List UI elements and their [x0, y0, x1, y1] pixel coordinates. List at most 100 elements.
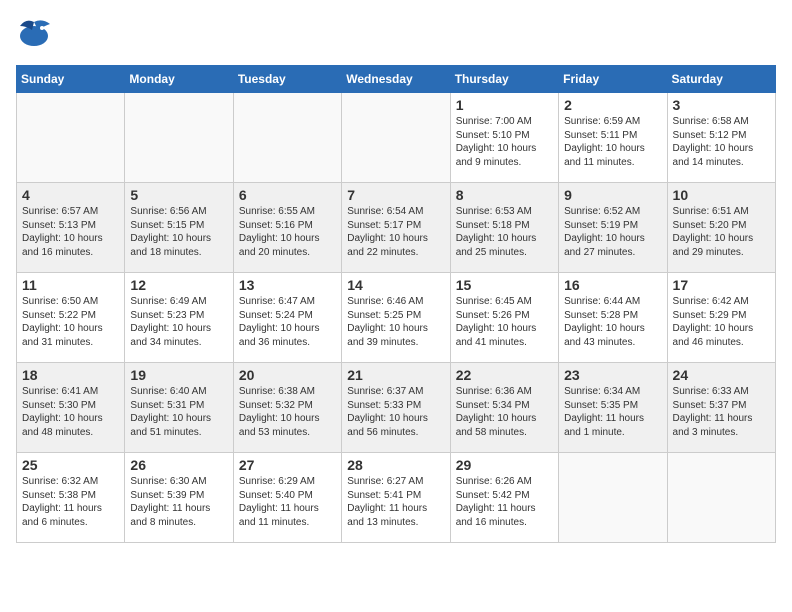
day-info: Sunrise: 6:57 AM Sunset: 5:13 PM Dayligh… [22, 205, 119, 259]
calendar-cell: 7 Sunrise: 6:54 AM Sunset: 5:17 PM Daylig… [342, 183, 450, 273]
logo-icon [16, 16, 52, 57]
week-row-3: 11Sunrise: 6:50 AM Sunset: 5:22 PM Dayli… [17, 273, 776, 363]
day-info: Sunrise: 6:38 AM Sunset: 5:32 PM Dayligh… [239, 385, 336, 439]
calendar-cell: 12 Sunrise: 6:49 AM Sunset: 5:23 PM Dayli… [125, 273, 233, 363]
logo [16, 16, 54, 57]
weekday-header-wednesday: Wednesday [342, 66, 450, 93]
day-info: Sunrise: 6:52 AM Sunset: 5:19 PM Dayligh… [564, 205, 661, 259]
day-info: Sunrise: 6:29 AM Sunset: 5:40 PM Dayligh… [239, 475, 336, 529]
day-number: 25 [22, 457, 119, 473]
calendar-cell [233, 93, 341, 183]
day-info: Sunrise: 6:45 AM Sunset: 5:26 PM Dayligh… [456, 295, 553, 349]
calendar-cell [125, 93, 233, 183]
weekday-header-friday: Friday [559, 66, 667, 93]
day-info: Sunrise: 6:36 AM Sunset: 5:34 PM Dayligh… [456, 385, 553, 439]
day-info: Sunrise: 6:47 AM Sunset: 5:24 PM Dayligh… [239, 295, 336, 349]
calendar-cell: 6Sunrise: 6:55 AM Sunset: 5:16 PM Daylig… [233, 183, 341, 273]
day-number: 14 [347, 277, 444, 293]
week-row-5: 25Sunrise: 6:32 AM Sunset: 5:38 PM Dayli… [17, 453, 776, 543]
day-number: 28 [347, 457, 444, 473]
calendar-cell [559, 453, 667, 543]
day-info: Sunrise: 6:44 AM Sunset: 5:28 PM Dayligh… [564, 295, 661, 349]
calendar-cell: 28 Sunrise: 6:27 AM Sunset: 5:41 PM Dayli… [342, 453, 450, 543]
day-number: 7 [347, 187, 444, 203]
day-info: Sunrise: 7:00 AM Sunset: 5:10 PM Dayligh… [456, 115, 553, 169]
calendar-cell: 17 Sunrise: 6:42 AM Sunset: 5:29 PM Dayli… [667, 273, 775, 363]
day-number: 29 [456, 457, 553, 473]
calendar-cell: 8 Sunrise: 6:53 AM Sunset: 5:18 PM Daylig… [450, 183, 558, 273]
calendar-cell: 19 Sunrise: 6:40 AM Sunset: 5:31 PM Dayli… [125, 363, 233, 453]
day-number: 3 [673, 97, 770, 113]
calendar-cell: 20 Sunrise: 6:38 AM Sunset: 5:32 PM Dayli… [233, 363, 341, 453]
day-info: Sunrise: 6:33 AM Sunset: 5:37 PM Dayligh… [673, 385, 770, 439]
day-info: Sunrise: 6:53 AM Sunset: 5:18 PM Dayligh… [456, 205, 553, 259]
week-row-1: 1Sunrise: 7:00 AM Sunset: 5:10 PM Daylig… [17, 93, 776, 183]
day-number: 8 [456, 187, 553, 203]
calendar-cell: 16 Sunrise: 6:44 AM Sunset: 5:28 PM Dayli… [559, 273, 667, 363]
calendar-cell: 25Sunrise: 6:32 AM Sunset: 5:38 PM Dayli… [17, 453, 125, 543]
calendar-cell [667, 453, 775, 543]
calendar-cell: 13 Sunrise: 6:47 AM Sunset: 5:24 PM Dayli… [233, 273, 341, 363]
day-info: Sunrise: 6:30 AM Sunset: 5:39 PM Dayligh… [130, 475, 227, 529]
calendar-cell [342, 93, 450, 183]
calendar-cell: 18Sunrise: 6:41 AM Sunset: 5:30 PM Dayli… [17, 363, 125, 453]
day-number: 19 [130, 367, 227, 383]
day-info: Sunrise: 6:40 AM Sunset: 5:31 PM Dayligh… [130, 385, 227, 439]
day-number: 23 [564, 367, 661, 383]
day-number: 13 [239, 277, 336, 293]
day-info: Sunrise: 6:58 AM Sunset: 5:12 PM Dayligh… [673, 115, 770, 169]
day-number: 26 [130, 457, 227, 473]
calendar-cell: 26 Sunrise: 6:30 AM Sunset: 5:39 PM Dayli… [125, 453, 233, 543]
day-number: 24 [673, 367, 770, 383]
day-info: Sunrise: 6:54 AM Sunset: 5:17 PM Dayligh… [347, 205, 444, 259]
weekday-header-thursday: Thursday [450, 66, 558, 93]
weekday-row: SundayMondayTuesdayWednesdayThursdayFrid… [17, 66, 776, 93]
week-row-2: 4 Sunrise: 6:57 AM Sunset: 5:13 PM Daylig… [17, 183, 776, 273]
week-row-4: 18Sunrise: 6:41 AM Sunset: 5:30 PM Dayli… [17, 363, 776, 453]
day-number: 4 [22, 187, 119, 203]
calendar-cell: 2 Sunrise: 6:59 AM Sunset: 5:11 PM Daylig… [559, 93, 667, 183]
day-number: 10 [673, 187, 770, 203]
day-info: Sunrise: 6:37 AM Sunset: 5:33 PM Dayligh… [347, 385, 444, 439]
calendar-table: SundayMondayTuesdayWednesdayThursdayFrid… [16, 65, 776, 543]
calendar-header: SundayMondayTuesdayWednesdayThursdayFrid… [17, 66, 776, 93]
calendar-cell: 10 Sunrise: 6:51 AM Sunset: 5:20 PM Dayli… [667, 183, 775, 273]
day-number: 12 [130, 277, 227, 293]
calendar-cell: 4 Sunrise: 6:57 AM Sunset: 5:13 PM Daylig… [17, 183, 125, 273]
calendar-cell: 1Sunrise: 7:00 AM Sunset: 5:10 PM Daylig… [450, 93, 558, 183]
weekday-header-tuesday: Tuesday [233, 66, 341, 93]
day-info: Sunrise: 6:55 AM Sunset: 5:16 PM Dayligh… [239, 205, 336, 259]
day-number: 20 [239, 367, 336, 383]
weekday-header-sunday: Sunday [17, 66, 125, 93]
calendar-cell: 22 Sunrise: 6:36 AM Sunset: 5:34 PM Dayli… [450, 363, 558, 453]
day-number: 15 [456, 277, 553, 293]
day-info: Sunrise: 6:26 AM Sunset: 5:42 PM Dayligh… [456, 475, 553, 529]
day-info: Sunrise: 6:49 AM Sunset: 5:23 PM Dayligh… [130, 295, 227, 349]
day-info: Sunrise: 6:42 AM Sunset: 5:29 PM Dayligh… [673, 295, 770, 349]
calendar-cell: 5Sunrise: 6:56 AM Sunset: 5:15 PM Daylig… [125, 183, 233, 273]
calendar-cell: 11Sunrise: 6:50 AM Sunset: 5:22 PM Dayli… [17, 273, 125, 363]
calendar-cell: 21 Sunrise: 6:37 AM Sunset: 5:33 PM Dayli… [342, 363, 450, 453]
calendar-cell: 27 Sunrise: 6:29 AM Sunset: 5:40 PM Dayli… [233, 453, 341, 543]
weekday-header-monday: Monday [125, 66, 233, 93]
calendar-cell: 3 Sunrise: 6:58 AM Sunset: 5:12 PM Daylig… [667, 93, 775, 183]
calendar-cell: 9 Sunrise: 6:52 AM Sunset: 5:19 PM Daylig… [559, 183, 667, 273]
day-info: Sunrise: 6:27 AM Sunset: 5:41 PM Dayligh… [347, 475, 444, 529]
day-number: 17 [673, 277, 770, 293]
day-number: 21 [347, 367, 444, 383]
day-number: 27 [239, 457, 336, 473]
day-info: Sunrise: 6:46 AM Sunset: 5:25 PM Dayligh… [347, 295, 444, 349]
weekday-header-saturday: Saturday [667, 66, 775, 93]
day-number: 9 [564, 187, 661, 203]
calendar-cell: 29 Sunrise: 6:26 AM Sunset: 5:42 PM Dayli… [450, 453, 558, 543]
calendar-body: 1Sunrise: 7:00 AM Sunset: 5:10 PM Daylig… [17, 93, 776, 543]
day-info: Sunrise: 6:59 AM Sunset: 5:11 PM Dayligh… [564, 115, 661, 169]
page-header [16, 16, 776, 57]
day-number: 2 [564, 97, 661, 113]
calendar-cell: 14 Sunrise: 6:46 AM Sunset: 5:25 PM Dayli… [342, 273, 450, 363]
day-info: Sunrise: 6:56 AM Sunset: 5:15 PM Dayligh… [130, 205, 227, 259]
day-info: Sunrise: 6:51 AM Sunset: 5:20 PM Dayligh… [673, 205, 770, 259]
day-number: 16 [564, 277, 661, 293]
day-number: 22 [456, 367, 553, 383]
calendar-cell: 23Sunrise: 6:34 AM Sunset: 5:35 PM Dayli… [559, 363, 667, 453]
